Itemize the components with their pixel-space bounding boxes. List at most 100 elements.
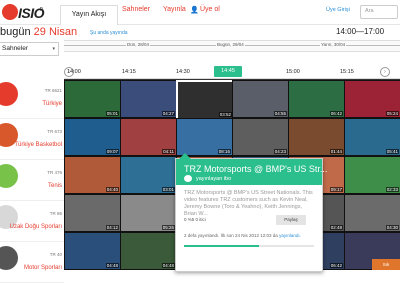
nav-sahneler[interactable]: Sahneler [122,6,150,13]
video-duration: 03:01 [161,187,175,192]
logo-ball-icon [2,4,18,20]
popup-header: TRZ Motorsports @ BMP's US Str... yayınl… [176,153,327,185]
category-filter-select[interactable]: Sahneler ▾ [0,42,59,56]
category-meta: TR 476 [47,170,62,175]
now-on-air-link[interactable]: Şu anda yayında [90,30,128,36]
popup-footer-link[interactable]: yayınlandı. [279,233,301,238]
chevron-down-icon: ▾ [52,46,55,52]
video-duration: 09:07 [105,149,119,154]
page-date: bugün 29 Nisan [0,26,78,38]
time-range: 14:00—17:00 [336,27,385,36]
video-duration: 04:23 [273,149,287,154]
category-name: Motor Sporları [23,265,62,271]
video-thumbnail[interactable]: 09:07 [64,118,121,156]
video-duration: 04:55 [273,111,287,116]
video-thumbnail[interactable]: 05:01 [64,80,121,118]
popup-channel[interactable]: yayınlayan ibo [196,176,231,182]
category-ball-icon [0,164,18,188]
video-duration: 09:17 [329,187,343,192]
video-duration: 04:48 [105,263,119,268]
time-label: 15:00 [286,69,300,75]
popup-progress [184,245,314,247]
video-thumbnail[interactable]: 02:33 [344,156,400,194]
tab-yayin-akisi[interactable]: Yayın Akışı [60,5,118,25]
video-popup: TRZ Motorsports @ BMP's US Str... yayınl… [175,153,327,272]
video-duration: 06:42 [329,111,343,116]
timeline-now-marker: 14:45 [214,66,242,77]
video-duration: 05:26 [161,225,175,230]
category-name: Uzak Doğu Sporları [9,224,62,230]
logo-sup: p [40,6,43,12]
logo[interactable]: ISIO p [0,2,46,22]
share-button[interactable]: Paylaş [276,215,306,225]
day-tomorrow[interactable]: Yarın, 30/04 [320,42,347,47]
channel-avatar-icon [184,175,192,182]
video-thumbnail[interactable]: 04:55 [232,80,289,118]
nav-uye-ol[interactable]: Üye ol [200,6,220,13]
search-placeholder: Ara [365,8,374,14]
sidebar-category[interactable]: TR 86 Uzak Doğu Sporları [0,201,64,242]
video-duration: 04:48 [161,263,175,268]
video-thumbnail[interactable]: 04:30 [344,194,400,232]
video-thumbnail[interactable]: 03:01 [120,156,177,194]
filter-label: Sahneler [2,45,29,52]
video-thumbnail[interactable]: 05:41 [344,118,400,156]
faq-button[interactable]: Sık Sorulanlar [372,259,400,278]
video-duration: 06:42 [329,263,343,268]
popup-arrow [179,153,191,159]
nav-yayinla[interactable]: Yayınla [163,6,186,13]
sidebar-category[interactable]: TR 40 Motor Sporları [0,242,64,283]
video-thumbnail[interactable]: 04:48 [120,232,177,270]
category-ball-icon [0,246,18,270]
video-thumbnail[interactable]: 04:27 [120,80,177,118]
video-duration: 04:11 [162,149,175,154]
category-sidebar: TR 6621 Türkiye TR 673 Türkiye Basketbol TR … [0,68,64,283]
sidebar-category[interactable]: TR 6621 Türkiye [0,78,64,119]
sidebar-category[interactable]: TR 673 Türkiye Basketbol [0,119,64,160]
category-meta: TR 86 [49,211,62,216]
video-duration: 08:16 [217,149,231,154]
video-duration: 04:27 [161,111,175,116]
video-thumbnail[interactable]: 04:40 [64,156,121,194]
video-duration: 04:30 [385,225,399,230]
video-thumbnail[interactable]: 05:24 [344,80,400,118]
time-label: 14:00 [67,69,81,75]
video-duration: 03:52 [218,112,232,117]
video-thumbnail[interactable]: 04:48 [64,232,121,270]
video-duration: 02:33 [385,187,399,192]
sidebar-category[interactable]: TR 476 Tenis [0,160,64,201]
video-duration: 04:40 [105,187,119,192]
time-label: 14:15 [122,69,136,75]
category-name: Türkiye Basketbol [14,142,62,148]
video-duration: 05:41 [385,149,399,154]
popup-description: TRZ Motorsports @ BMP's US Street Nation… [184,190,313,217]
category-meta: TR 40 [49,252,62,257]
popup-progress-fill [184,245,260,247]
category-name: Tenis [47,183,62,189]
video-thumbnail[interactable]: 05:26 [120,194,177,232]
video-thumbnail[interactable]: 08:16 [176,118,233,156]
video-thumbnail[interactable]: 06:42 [288,80,345,118]
video-thumbnail[interactable]: 04:12 [64,194,121,232]
video-thumbnail[interactable]: 04:23 [232,118,289,156]
day-yesterday[interactable]: Dün, 28/04 [126,42,151,47]
login-link[interactable]: Üye Girişi [326,7,350,13]
category-meta: TR 673 [47,129,62,134]
popup-title[interactable]: TRZ Motorsports @ BMP's US Str... [184,164,327,174]
video-thumbnail[interactable]: 04:11 [120,118,177,156]
time-label: 15:15 [340,69,354,75]
video-thumbnail[interactable]: 03:52 [176,80,235,120]
video-duration: 01:44 [329,149,343,154]
video-duration: 05:24 [385,111,399,116]
popup-stats: 0 %5 0 itici [184,217,206,222]
category-meta: TR 6621 [44,88,62,93]
nav-uye-ol-icon: 👤 [190,7,199,14]
search-input[interactable]: Ara [360,5,398,19]
timeline-next-icon[interactable]: › [380,67,390,77]
day-today[interactable]: Bugün, 29/04 [216,42,245,47]
video-duration: 02:48 [329,225,343,230]
video-duration: 04:12 [105,225,119,230]
video-thumbnail[interactable]: 01:44 [288,118,345,156]
day-scrubber[interactable]: Dün, 28/04 Bugün, 29/04 Yarın, 30/04 [64,40,400,52]
category-ball-icon [0,82,18,106]
